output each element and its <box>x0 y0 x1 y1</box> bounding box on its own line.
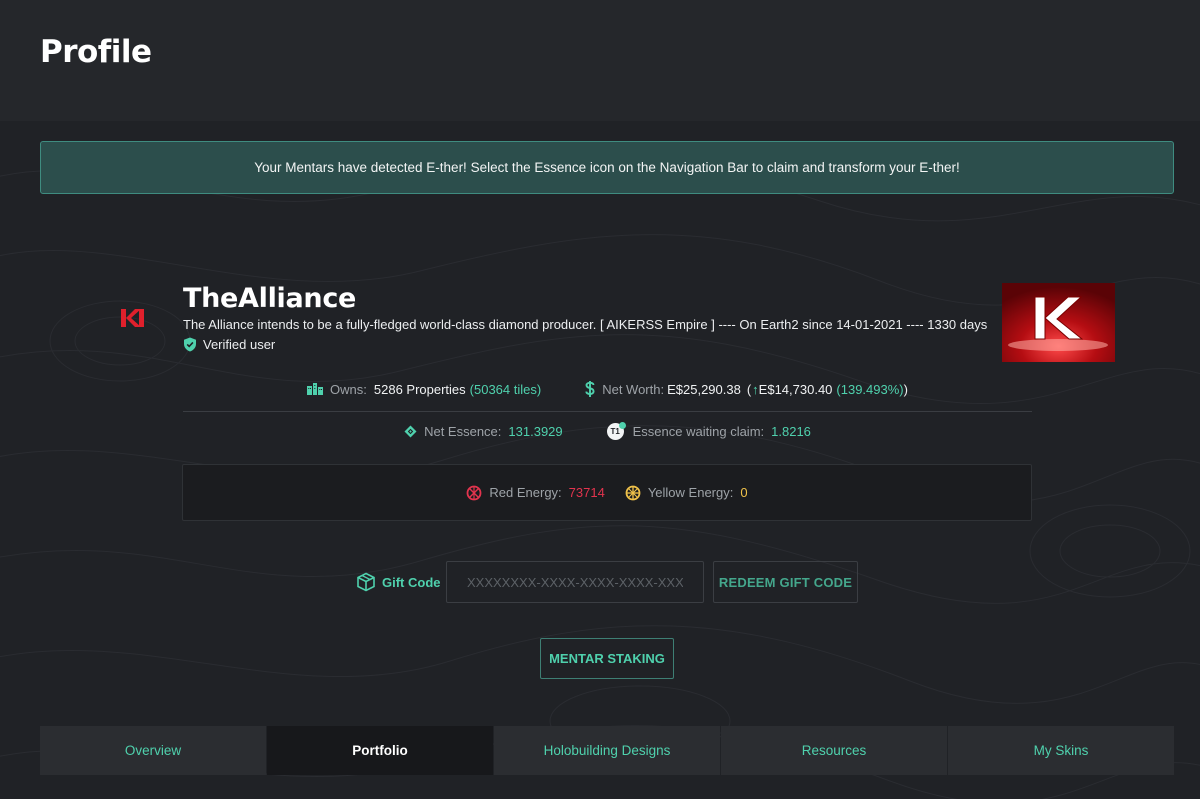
owns-stat: Owns: 5286 Properties (50364 tiles) <box>307 382 541 397</box>
redeem-gift-code-button[interactable]: REDEEM GIFT CODE <box>713 561 858 603</box>
red-energy-icon <box>467 485 482 500</box>
net-essence-stat: Net Essence: 131.3929 <box>404 424 563 439</box>
ether-detected-alert: Your Mentars have detected E-ther! Selec… <box>40 141 1174 194</box>
alert-text: Your Mentars have detected E-ther! Selec… <box>254 160 960 175</box>
dollar-icon <box>585 381 595 397</box>
networth-stat: Net Worth: E$25,290.38 ( ↑ E$14,730.40 (… <box>585 381 908 397</box>
net-essence-label: Net Essence: <box>424 424 502 439</box>
user-avatar-logo <box>121 309 144 327</box>
yellow-energy-value: 0 <box>740 485 748 500</box>
red-energy-label: Red Energy: <box>489 485 562 500</box>
page-header: Profile <box>0 0 1200 121</box>
yellow-energy-stat: Yellow Energy: 0 <box>625 485 748 501</box>
tab-my-skins[interactable]: My Skins <box>948 726 1174 775</box>
buildings-icon <box>307 383 324 395</box>
t1-badge-dot <box>618 422 626 429</box>
gift-code-label: Gift Code <box>382 574 441 590</box>
essence-waiting-label: Essence waiting claim: <box>632 424 765 439</box>
mentar-staking-button[interactable]: MENTAR STAKING <box>540 638 674 679</box>
gift-cube-icon <box>357 572 375 592</box>
profile-main: Your Mentars have detected E-ther! Selec… <box>0 121 1200 799</box>
essence-diamond-icon <box>404 425 417 438</box>
topographic-background <box>0 158 1200 799</box>
profile-banner-image <box>1002 283 1115 362</box>
energy-panel: Red Energy: 73714 Yellow Energy: 0 <box>182 464 1032 521</box>
stats-row-primary: Owns: 5286 Properties (50364 tiles) Net … <box>183 381 1032 397</box>
gift-code-input[interactable] <box>446 561 704 603</box>
yellow-energy-label: Yellow Energy: <box>647 485 734 500</box>
gift-code-row: Gift Code REDEEM GIFT CODE <box>356 561 866 603</box>
networth-label: Net Worth: <box>602 381 665 397</box>
t1-badge-icon: T1 <box>606 422 626 440</box>
tab-resources[interactable]: Resources <box>721 726 947 775</box>
gift-code-label-group: Gift Code <box>356 561 441 603</box>
networth-close-paren: ) <box>903 381 908 397</box>
verified-label: Verified user <box>203 337 276 352</box>
owns-label: Owns: <box>330 381 367 397</box>
shield-check-icon <box>184 337 196 352</box>
tab-holobuilding-designs[interactable]: Holobuilding Designs <box>494 726 720 775</box>
red-energy-stat: Red Energy: 73714 <box>466 485 605 501</box>
verified-badge: Verified user <box>183 337 275 352</box>
tab-overview[interactable]: Overview <box>40 726 266 775</box>
stats-divider <box>183 411 1032 412</box>
username: TheAlliance <box>183 283 357 314</box>
net-essence-value: 131.3929 <box>508 424 563 439</box>
red-energy-value: 73714 <box>568 485 605 500</box>
owns-value: 5286 Properties <box>373 381 466 397</box>
owns-tiles: (50364 tiles) <box>469 381 542 397</box>
essence-waiting-value: 1.8216 <box>771 424 811 439</box>
stats-row-essence: Net Essence: 131.3929 T1 Essence waiting… <box>183 422 1032 440</box>
page-title: Profile <box>40 34 152 70</box>
user-bio: The Alliance intends to be a fully-fledg… <box>183 317 988 332</box>
yellow-energy-icon <box>625 485 641 500</box>
tab-portfolio[interactable]: Portfolio <box>267 726 493 775</box>
essence-waiting-stat: T1 Essence waiting claim: 1.8216 <box>606 422 811 440</box>
networth-open-paren: ( <box>746 381 752 397</box>
networth-change: E$14,730.40 <box>758 381 833 397</box>
networth-percent: (139.493%) <box>836 381 904 397</box>
networth-value: E$25,290.38 <box>667 381 741 397</box>
profile-tabs: Overview Portfolio Holobuilding Designs … <box>40 726 1174 775</box>
